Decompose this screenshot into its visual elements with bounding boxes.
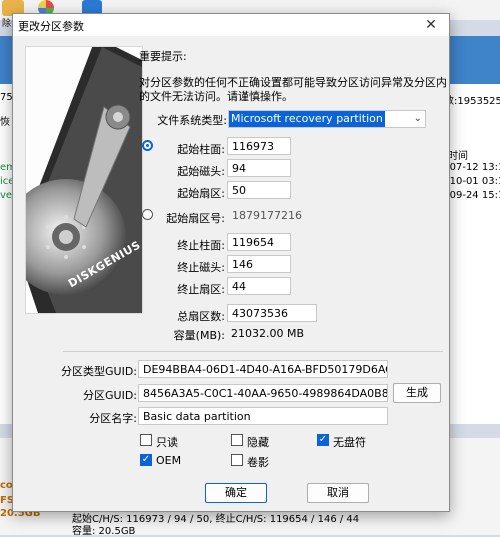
capacity-label: 容量(MB): bbox=[173, 329, 225, 342]
start-head-label: 起始磁头: bbox=[177, 165, 225, 178]
partition-name-label: 分区名字: bbox=[89, 412, 137, 425]
chs-mode-radio[interactable] bbox=[142, 140, 153, 151]
end-cylinder-field[interactable]: 119654 bbox=[227, 233, 291, 251]
oem-checkbox[interactable]: ✓ bbox=[140, 454, 152, 466]
bg-fragment: -10-01 03:1 bbox=[446, 176, 500, 187]
capacity-value: 21032.00 MB bbox=[231, 327, 305, 340]
type-guid-label: 分区类型GUID: bbox=[61, 365, 137, 378]
start-sector-field[interactable]: 50 bbox=[227, 181, 291, 199]
start-lba-label: 起始扇区号: bbox=[166, 212, 225, 225]
total-sectors-field[interactable]: 43073536 bbox=[227, 304, 317, 322]
no-drive-letter-label: 无盘符 bbox=[333, 436, 366, 449]
type-guid-field[interactable]: DE94BBA4-06D1-4D40-A16A-BFD50179D6AC bbox=[138, 360, 388, 378]
end-cylinder-label: 终止柱面: bbox=[177, 239, 225, 252]
fs-type-select[interactable]: Microsoft recovery partition ⌄ bbox=[228, 110, 426, 128]
start-cylinder-field[interactable]: 116973 bbox=[227, 137, 291, 155]
bg-fragment: -07-12 13:1 bbox=[446, 162, 500, 173]
bg-fragment: 恢 bbox=[0, 117, 10, 128]
start-cylinder-label: 起始柱面: bbox=[177, 143, 225, 156]
bg-fragment: co bbox=[0, 480, 13, 491]
edit-partition-dialog: 更改分区参数 ✕ DISKGENIUS 重要提示: 对分区参数的任何不正确设置都… bbox=[12, 13, 450, 512]
readonly-checkbox[interactable] bbox=[140, 434, 152, 446]
separator bbox=[63, 351, 443, 352]
end-head-field[interactable]: 146 bbox=[227, 255, 291, 273]
partition-guid-field[interactable]: 8456A3A5-C0C1-40AA-9650-4989864DA0B8 bbox=[138, 384, 388, 402]
bg-fragment: 数:19535251 bbox=[444, 96, 500, 107]
end-head-label: 终止磁头: bbox=[177, 261, 225, 274]
partition-guid-label: 分区GUID: bbox=[83, 389, 137, 402]
bg-fragment: 时间 bbox=[448, 151, 468, 162]
oem-label: OEM bbox=[156, 454, 182, 467]
dialog-titlebar[interactable]: 更改分区参数 ✕ bbox=[13, 14, 449, 36]
start-lba-field[interactable]: 1879177216 bbox=[227, 206, 317, 224]
total-sectors-label: 总扇区数: bbox=[177, 310, 225, 323]
warning-title: 重要提示: bbox=[139, 50, 187, 63]
generate-guid-button[interactable]: 生成 bbox=[393, 383, 441, 403]
hidden-label: 隐藏 bbox=[247, 436, 269, 449]
file-list-panel bbox=[442, 84, 500, 424]
shadow-copy-checkbox[interactable] bbox=[231, 454, 243, 466]
start-sector-label: 起始扇区: bbox=[177, 187, 225, 200]
warning-text-line2: 的文件无法访问。请谨慎操作。 bbox=[139, 90, 293, 103]
hidden-checkbox[interactable] bbox=[231, 434, 243, 446]
chevron-down-icon: ⌄ bbox=[413, 113, 422, 124]
shadow-copy-label: 卷影 bbox=[247, 456, 269, 469]
ok-button[interactable]: 确定 bbox=[205, 483, 267, 503]
partition-name-field[interactable]: Basic data partition bbox=[138, 407, 388, 425]
end-sector-field[interactable]: 44 bbox=[227, 277, 291, 295]
fs-type-value: Microsoft recovery partition bbox=[229, 111, 385, 127]
lba-mode-radio[interactable] bbox=[142, 209, 153, 220]
disk-illustration: DISKGENIUS bbox=[25, 46, 143, 314]
end-sector-label: 终止扇区: bbox=[177, 283, 225, 296]
readonly-label: 只读 bbox=[156, 436, 178, 449]
dialog-title: 更改分区参数 bbox=[18, 20, 84, 33]
start-head-field[interactable]: 94 bbox=[227, 159, 291, 177]
bg-fragment: -09-24 15:1 bbox=[446, 190, 500, 201]
close-button[interactable]: ✕ bbox=[417, 14, 445, 36]
cancel-button[interactable]: 取消 bbox=[307, 483, 369, 503]
fs-type-label: 文件系统类型: bbox=[157, 114, 227, 127]
no-drive-letter-checkbox[interactable]: ✓ bbox=[317, 434, 329, 446]
